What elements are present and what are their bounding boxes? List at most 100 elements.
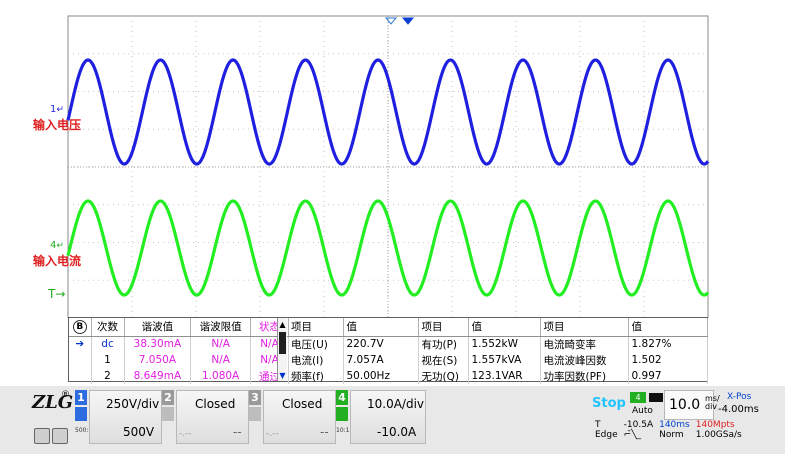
channel-1-scale: 250V/div bbox=[106, 397, 160, 411]
timebase-unit-bottom: div bbox=[705, 402, 718, 411]
power-value: 123.1VAR bbox=[468, 368, 541, 384]
power-header-value: 值 bbox=[468, 318, 541, 337]
power-header-item: 项目 bbox=[540, 318, 629, 337]
channel-1-offset: 500V bbox=[123, 425, 155, 439]
scroll-thumb[interactable] bbox=[279, 332, 286, 354]
channel-1-coupling-icon bbox=[75, 407, 87, 421]
run-stop-status[interactable]: Stop bbox=[592, 396, 626, 411]
power-item: 有功(P) bbox=[418, 336, 469, 352]
power-row: 电流(I) 7.057A 视在(S) 1.557kVA 电流波峰因数 1.502 bbox=[288, 352, 708, 368]
channel-2-coupling-icon bbox=[162, 407, 174, 421]
harmonics-row[interactable]: 1 7.050A N/A N/A bbox=[69, 352, 289, 368]
trigger-mode[interactable]: Auto bbox=[632, 406, 653, 416]
power-value: 220.7V bbox=[343, 336, 419, 352]
selected-row-arrow-icon: ➔ bbox=[69, 336, 92, 352]
sample-rate: 1.00GSa/s bbox=[695, 430, 742, 440]
power-value: 1.827% bbox=[628, 336, 708, 352]
harmonics-header-value: 谐波值 bbox=[124, 318, 192, 337]
trigger-level-value[interactable]: -10.5A bbox=[621, 420, 656, 430]
channel-2-panel[interactable]: 2 Closed -.-- -- bbox=[162, 390, 249, 446]
scroll-down-icon[interactable]: ▼ bbox=[278, 371, 287, 380]
power-item: 电流(I) bbox=[288, 352, 344, 368]
harmonics-limit: N/A bbox=[190, 336, 251, 352]
channel-4-number: 4 bbox=[336, 390, 348, 405]
power-item: 电流畸变率 bbox=[540, 336, 629, 352]
timebase-control[interactable]: 10.0 ms/ div bbox=[664, 390, 720, 420]
harmonics-order: dc bbox=[91, 336, 125, 352]
power-value: 7.057A bbox=[343, 352, 419, 368]
power-value: 1.552kW bbox=[468, 336, 541, 352]
channel-2-state: Closed bbox=[195, 397, 236, 411]
power-value: 0.997 bbox=[628, 368, 708, 384]
falling-edge-icon: ⌐̄╲_ bbox=[623, 430, 642, 440]
channel-2-offset: -- bbox=[233, 425, 242, 439]
channel-2-number: 2 bbox=[162, 390, 174, 405]
acquisition-info: T -10.5A 140ms 140Mpts Edge ⌐̄╲_ Norm 1.… bbox=[592, 420, 745, 440]
harmonics-limit: N/A bbox=[190, 352, 251, 368]
power-value: 1.502 bbox=[628, 352, 708, 368]
harmonics-row[interactable]: ➔ dc 38.30mA N/A N/A bbox=[69, 336, 289, 352]
power-item: 功率因数(PF) bbox=[540, 368, 629, 384]
harmonics-value: 8.649mA bbox=[124, 368, 192, 384]
harmonics-scrollbar[interactable]: ▲ ▼ bbox=[277, 318, 287, 381]
harmonics-order: 2 bbox=[91, 368, 125, 384]
acquisition-mode[interactable]: Norm bbox=[656, 430, 693, 440]
waveform-display[interactable]: 1↵ 输入电压 4↵ 输入电流 T→ bbox=[0, 0, 785, 318]
channel-1-number: 1 bbox=[75, 390, 87, 405]
channel-1-panel[interactable]: 1 500:1 1MΩ 250V/div 500V bbox=[75, 390, 162, 446]
measurement-panel: B 次数 谐波值 谐波限值 状态 ➔ dc 38.30mA N/A N/A 1 … bbox=[68, 317, 708, 384]
memory-depth: 140Mpts bbox=[695, 420, 735, 430]
power-header-value: 值 bbox=[628, 318, 708, 337]
waveform-grid bbox=[66, 15, 710, 318]
power-item: 频率(f) bbox=[288, 368, 344, 384]
power-row: 电压(U) 220.7V 有功(P) 1.552kW 电流畸变率 1.827% bbox=[288, 336, 708, 352]
trigger-label: T bbox=[595, 420, 601, 430]
harmonics-menu-icon[interactable]: B bbox=[69, 318, 92, 337]
ch4-marker[interactable]: 4↵ bbox=[50, 240, 64, 251]
screenshot-icon[interactable] bbox=[52, 428, 68, 444]
channel-4-panel[interactable]: 4 10:1 1MΩ 10.0A/div -10.0A bbox=[336, 390, 426, 446]
power-row: 频率(f) 50.00Hz 无功(Q) 123.1VAR 功率因数(PF) 0.… bbox=[288, 368, 708, 384]
harmonics-order: 1 bbox=[91, 352, 125, 368]
power-item: 电压(U) bbox=[288, 336, 344, 352]
channel-3-panel[interactable]: 3 Closed -.-- -- bbox=[249, 390, 336, 446]
channel-4-scale: 10.0A/div bbox=[367, 397, 425, 411]
power-item: 电流波峰因数 bbox=[540, 352, 629, 368]
trigger-channel-badge: 4 bbox=[630, 392, 646, 403]
harmonics-limit: 1.080A bbox=[190, 368, 251, 384]
power-value: 50.00Hz bbox=[343, 368, 419, 384]
xpos-label: X-Pos bbox=[727, 392, 752, 402]
channel-3-state: Closed bbox=[282, 397, 323, 411]
channel-2-value: -.-- bbox=[179, 429, 192, 439]
xpos-value[interactable]: -4.00ms bbox=[718, 404, 759, 415]
registered-icon: ® bbox=[61, 390, 70, 400]
ch1-marker[interactable]: 1↵ bbox=[50, 104, 64, 115]
power-measurement-table: 项目 值 项目 值 项目 值 电压(U) 220.7V 有功(P) 1.552k… bbox=[288, 318, 708, 384]
channel-3-offset: -- bbox=[320, 425, 329, 439]
harmonics-value: 38.30mA bbox=[124, 336, 192, 352]
power-item: 视在(S) bbox=[418, 352, 469, 368]
zoom-icon[interactable] bbox=[34, 428, 50, 444]
ch4-name-label: 输入电流 bbox=[33, 254, 82, 268]
timebase-value: 10.0 bbox=[669, 397, 701, 413]
channel-4-coupling-icon bbox=[336, 407, 348, 421]
power-value: 1.557kVA bbox=[468, 352, 541, 368]
harmonics-header-order: 次数 bbox=[91, 318, 125, 337]
power-item: 无功(Q) bbox=[418, 368, 469, 384]
channel-4-offset: -10.0A bbox=[377, 425, 417, 439]
harmonics-row[interactable]: 2 8.649mA 1.080A 通过 bbox=[69, 368, 289, 384]
trigger-source-icon bbox=[649, 393, 663, 402]
channel-3-number: 3 bbox=[249, 390, 261, 405]
channel-3-value: -.-- bbox=[266, 429, 279, 439]
harmonics-header-limit: 谐波限值 bbox=[190, 318, 251, 337]
harmonics-value: 7.050A bbox=[124, 352, 192, 368]
trigger-level-marker[interactable]: T→ bbox=[48, 287, 65, 301]
power-header-item: 项目 bbox=[418, 318, 469, 337]
record-window: 140ms bbox=[659, 420, 690, 430]
scroll-up-icon[interactable]: ▲ bbox=[278, 320, 287, 329]
trigger-type[interactable]: Edge bbox=[592, 430, 621, 440]
harmonics-table: B 次数 谐波值 谐波限值 状态 ➔ dc 38.30mA N/A N/A 1 … bbox=[69, 318, 289, 384]
ch1-name-label: 输入电压 bbox=[33, 118, 82, 132]
channel-3-coupling-icon bbox=[249, 407, 261, 421]
power-header-value: 值 bbox=[343, 318, 419, 337]
